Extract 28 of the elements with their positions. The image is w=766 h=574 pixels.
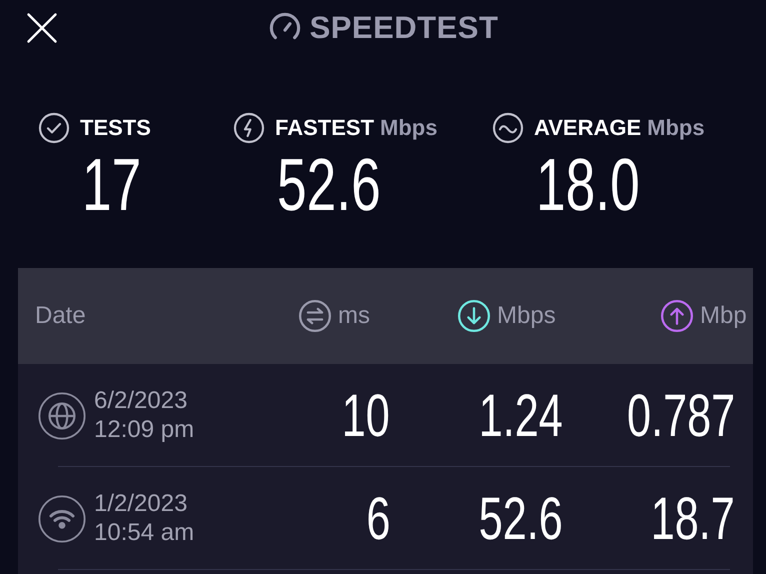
column-header: Mbps <box>497 302 556 330</box>
lightning-icon <box>233 112 265 144</box>
column-header: Date <box>35 302 86 330</box>
app-title: SPEEDTEST <box>310 10 498 46</box>
stat-value: 52.6 <box>277 148 381 222</box>
stat-label: TESTS <box>80 115 151 141</box>
stat-value: 17 <box>82 148 142 222</box>
stat-label: FASTEST <box>275 115 374 141</box>
table-cell: 1.24 <box>478 381 563 450</box>
table-cell: 0.787 <box>626 381 735 450</box>
check-icon <box>38 112 70 144</box>
time-text: 10:54 am <box>94 518 194 548</box>
column-header: ms <box>338 302 370 330</box>
stat-value: 18.0 <box>536 148 640 222</box>
wifi-icon <box>38 494 86 542</box>
table-cell: 18.7 <box>650 484 735 553</box>
unit-label: Mbps <box>647 115 705 141</box>
wave-icon <box>492 112 524 144</box>
time-text: 12:09 pm <box>94 416 194 444</box>
table-cell: 52.6 <box>478 484 563 553</box>
unit-label: Mbps <box>380 115 438 141</box>
date-text: 1/2/2023 <box>94 490 188 518</box>
table-cell: 10 <box>342 381 390 450</box>
date-text: 6/2/2023 <box>94 386 188 416</box>
column-header: Mbp <box>700 302 747 330</box>
globe-icon <box>38 392 86 440</box>
stat-label: AVERAGE <box>534 115 642 141</box>
table-cell: 6 <box>366 484 390 553</box>
